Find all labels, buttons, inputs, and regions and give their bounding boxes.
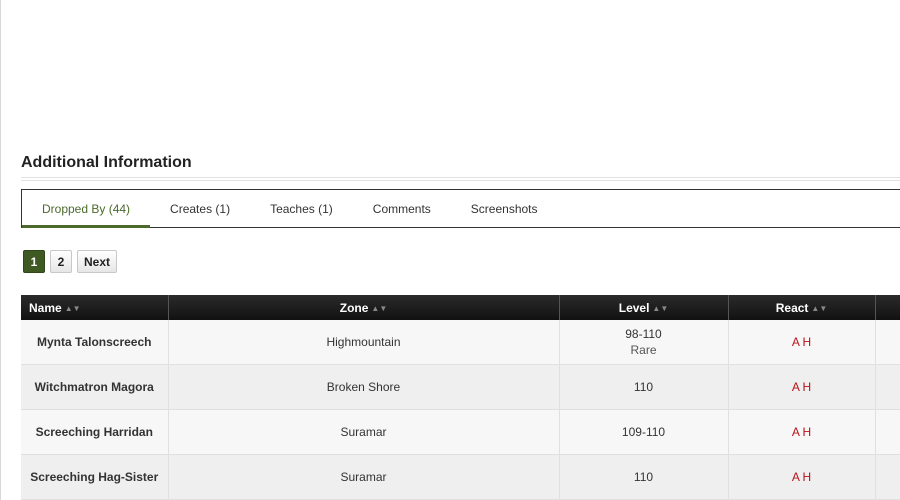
table-row: Screeching Harridan Suramar 109-110 A H — [21, 409, 900, 455]
table-header-row: Name ▲▼ Zone ▲▼ Level ▲▼ React ▲▼ — [21, 295, 900, 320]
table-row: Screeching Hag-Sister Suramar 110 A H — [21, 454, 900, 500]
sort-arrows-icon: ▲▼ — [371, 303, 388, 313]
column-header-label: React — [775, 300, 809, 315]
level-classification: Rare — [630, 343, 657, 357]
column-header-extra — [875, 295, 900, 320]
react-horde: H — [802, 470, 812, 484]
level-value: 98-110 — [625, 327, 662, 341]
column-header-label: Zone — [339, 300, 369, 315]
column-header-label: Level — [618, 300, 650, 315]
column-header-zone[interactable]: Zone ▲▼ — [168, 295, 560, 320]
sort-arrows-icon: ▲▼ — [652, 303, 669, 313]
level-value: 110 — [633, 380, 654, 394]
table-row: Mynta Talonscreech Highmountain 98-110 Ra… — [21, 320, 900, 365]
extra-cell — [875, 320, 900, 365]
level-value: 110 — [633, 470, 654, 484]
react-alliance: A — [791, 425, 800, 439]
react-cell: A H — [728, 320, 876, 365]
react-alliance: A — [791, 380, 800, 394]
pagination: 1 2 Next — [23, 250, 118, 273]
zone-cell: Broken Shore — [168, 364, 560, 410]
level-cell: 110 — [559, 364, 729, 410]
npc-name-link[interactable]: Screeching Hag-Sister — [21, 454, 169, 500]
extra-cell — [875, 409, 900, 455]
info-tabs: Dropped By (44) Creates (1) Teaches (1) … — [21, 189, 900, 228]
npc-name-link[interactable]: Witchmatron Magora — [21, 364, 169, 410]
react-cell: A H — [728, 454, 876, 500]
column-header-label: Name — [29, 300, 62, 315]
table-row: Witchmatron Magora Broken Shore 110 A H — [21, 364, 900, 410]
dropped-by-table: Name ▲▼ Zone ▲▼ Level ▲▼ React ▲▼ Mynta Talo… — [21, 295, 900, 500]
extra-cell — [875, 454, 900, 500]
zone-cell: Suramar — [168, 409, 560, 455]
page-2-button[interactable]: 2 — [50, 250, 72, 273]
sort-arrows-icon: ▲▼ — [64, 303, 81, 313]
react-horde: H — [802, 335, 812, 349]
tab-creates[interactable]: Creates (1) — [150, 190, 250, 227]
react-horde: H — [802, 380, 812, 394]
section-divider — [21, 177, 900, 181]
page-left-border — [0, 0, 1, 500]
level-value: 109-110 — [621, 425, 666, 439]
level-cell: 98-110 Rare — [559, 320, 729, 365]
react-alliance: A — [791, 470, 800, 484]
page-1-button[interactable]: 1 — [23, 250, 45, 273]
level-cell: 110 — [559, 454, 729, 500]
zone-cell: Highmountain — [168, 320, 560, 365]
tab-screenshots[interactable]: Screenshots — [451, 190, 558, 227]
next-page-button[interactable]: Next — [77, 250, 118, 273]
level-cell: 109-110 — [559, 409, 729, 455]
react-alliance: A — [791, 335, 800, 349]
npc-name-link[interactable]: Screeching Harridan — [21, 409, 169, 455]
column-header-level[interactable]: Level ▲▼ — [559, 295, 729, 320]
react-horde: H — [802, 425, 812, 439]
extra-cell — [875, 364, 900, 410]
npc-name-link[interactable]: Mynta Talonscreech — [21, 320, 169, 365]
column-header-react[interactable]: React ▲▼ — [728, 295, 876, 320]
sort-arrows-icon: ▲▼ — [811, 303, 828, 313]
section-title: Additional Information — [21, 154, 192, 171]
react-cell: A H — [728, 364, 876, 410]
react-cell: A H — [728, 409, 876, 455]
tab-dropped-by[interactable]: Dropped By (44) — [22, 190, 151, 228]
zone-cell: Suramar — [168, 454, 560, 500]
tab-teaches[interactable]: Teaches (1) — [250, 190, 353, 227]
tab-comments[interactable]: Comments — [353, 190, 451, 227]
column-header-name[interactable]: Name ▲▼ — [21, 295, 169, 320]
